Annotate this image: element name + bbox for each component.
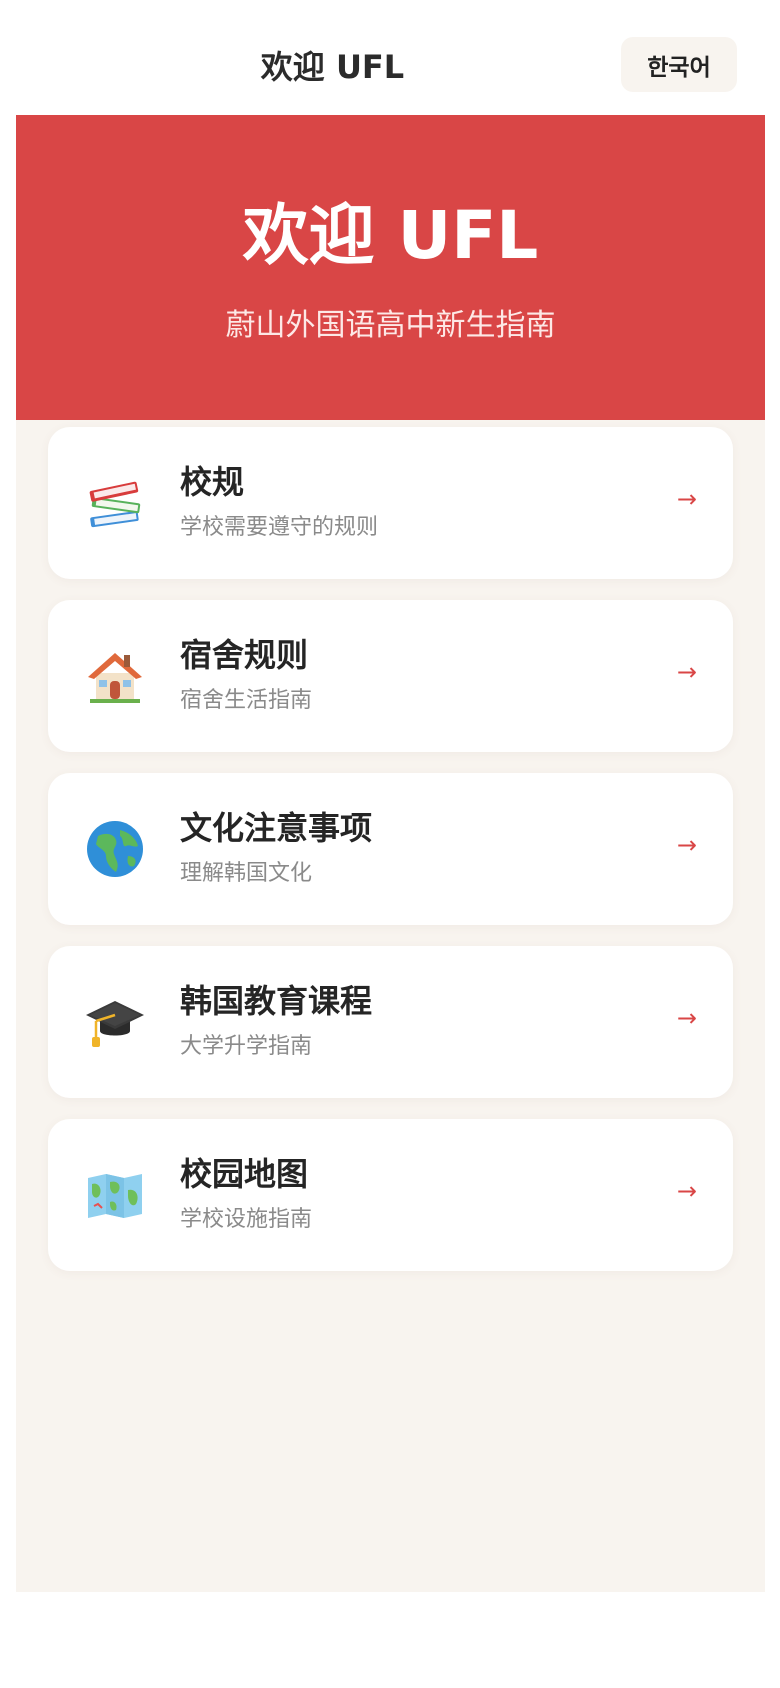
language-switch-button[interactable]: 한국어	[621, 37, 737, 92]
main-content: 欢迎 UFL 蔚山外国语高中新生指南 校规 学校需要遵守的规则 → 宿舍规则 宿…	[16, 115, 765, 1592]
arrow-right-icon: →	[676, 658, 697, 686]
arrow-right-icon: →	[676, 831, 697, 859]
books-icon	[84, 472, 146, 534]
menu-card-education-curriculum[interactable]: 韩国教育课程 大学升学指南 →	[48, 946, 733, 1098]
house-icon	[84, 645, 146, 707]
menu-card-campus-map[interactable]: 校园地图 学校设施指南 →	[48, 1119, 733, 1271]
menu-card-culture-notes[interactable]: 文化注意事项 理解韩国文化 →	[48, 773, 733, 925]
arrow-right-icon: →	[676, 485, 697, 513]
card-description: 宿舍生活指南	[180, 688, 313, 713]
top-bar: 欢迎 UFL 한국어	[0, 0, 780, 115]
graduation-cap-icon	[84, 991, 146, 1053]
card-title: 校规	[180, 463, 245, 501]
card-title: 校园地图	[180, 1155, 309, 1193]
globe-icon	[84, 818, 146, 880]
menu-card-dorm-rules[interactable]: 宿舍规则 宿舍生活指南 →	[48, 600, 733, 752]
card-description: 学校需要遵守的规则	[180, 515, 379, 540]
hero-subtitle: 蔚山外国语高中新生指南	[225, 308, 556, 343]
menu-card-school-rules[interactable]: 校规 学校需要遵守的规则 →	[48, 427, 733, 579]
card-title: 韩国教育课程	[180, 982, 373, 1020]
arrow-right-icon: →	[676, 1004, 697, 1032]
arrow-right-icon: →	[676, 1177, 697, 1205]
hero-banner: 欢迎 UFL 蔚山外国语高中新生指南	[16, 115, 765, 420]
card-description: 理解韩国文化	[180, 861, 313, 886]
hero-title: 欢迎 UFL	[242, 197, 539, 274]
app-page: 欢迎 UFL 한국어 欢迎 UFL 蔚山外国语高中新生指南 校规 学校需要遵守的…	[0, 0, 780, 1688]
page-title: 欢迎 UFL	[260, 48, 405, 86]
card-title: 宿舍规则	[180, 636, 309, 674]
card-description: 大学升学指南	[180, 1034, 313, 1059]
card-title: 文化注意事项	[180, 809, 373, 847]
map-icon	[84, 1164, 146, 1226]
card-description: 学校设施指南	[180, 1207, 313, 1232]
